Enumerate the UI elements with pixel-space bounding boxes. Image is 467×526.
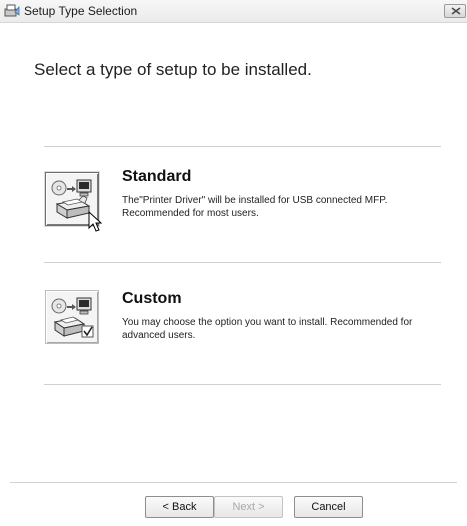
close-button[interactable] [444, 4, 466, 18]
divider [44, 262, 441, 263]
page-heading: Select a type of setup to be installed. [34, 60, 312, 79]
printer-computer-check-icon [51, 297, 94, 338]
custom-option-description: You may choose the option you want to in… [122, 316, 452, 342]
divider [44, 384, 441, 385]
standard-desc-line1: The"Printer Driver" will be installed fo… [122, 195, 388, 206]
title-bar[interactable]: Setup Type Selection [0, 0, 467, 23]
next-button[interactable]: Next > [214, 496, 283, 518]
cancel-button[interactable]: Cancel [294, 496, 363, 518]
setup-type-dialog: Setup Type Selection Select a type of se… [0, 0, 467, 526]
standard-option-title[interactable]: Standard [122, 168, 191, 186]
custom-option-title[interactable]: Custom [122, 290, 182, 308]
standard-option-description: The"Printer Driver" will be installed fo… [122, 194, 452, 220]
standard-desc-line2: Recommended for most users. [122, 208, 259, 219]
divider [44, 146, 441, 147]
window-title: Setup Type Selection [24, 4, 138, 18]
footer-divider [10, 482, 457, 483]
close-icon [451, 7, 461, 15]
custom-desc-line2: advanced users. [122, 330, 196, 341]
setup-app-icon [4, 3, 20, 19]
custom-desc-line1: You may choose the option you want to in… [122, 317, 413, 328]
custom-option-button[interactable] [45, 290, 99, 344]
back-button[interactable]: < Back [145, 496, 214, 518]
mouse-cursor-icon [88, 211, 103, 232]
